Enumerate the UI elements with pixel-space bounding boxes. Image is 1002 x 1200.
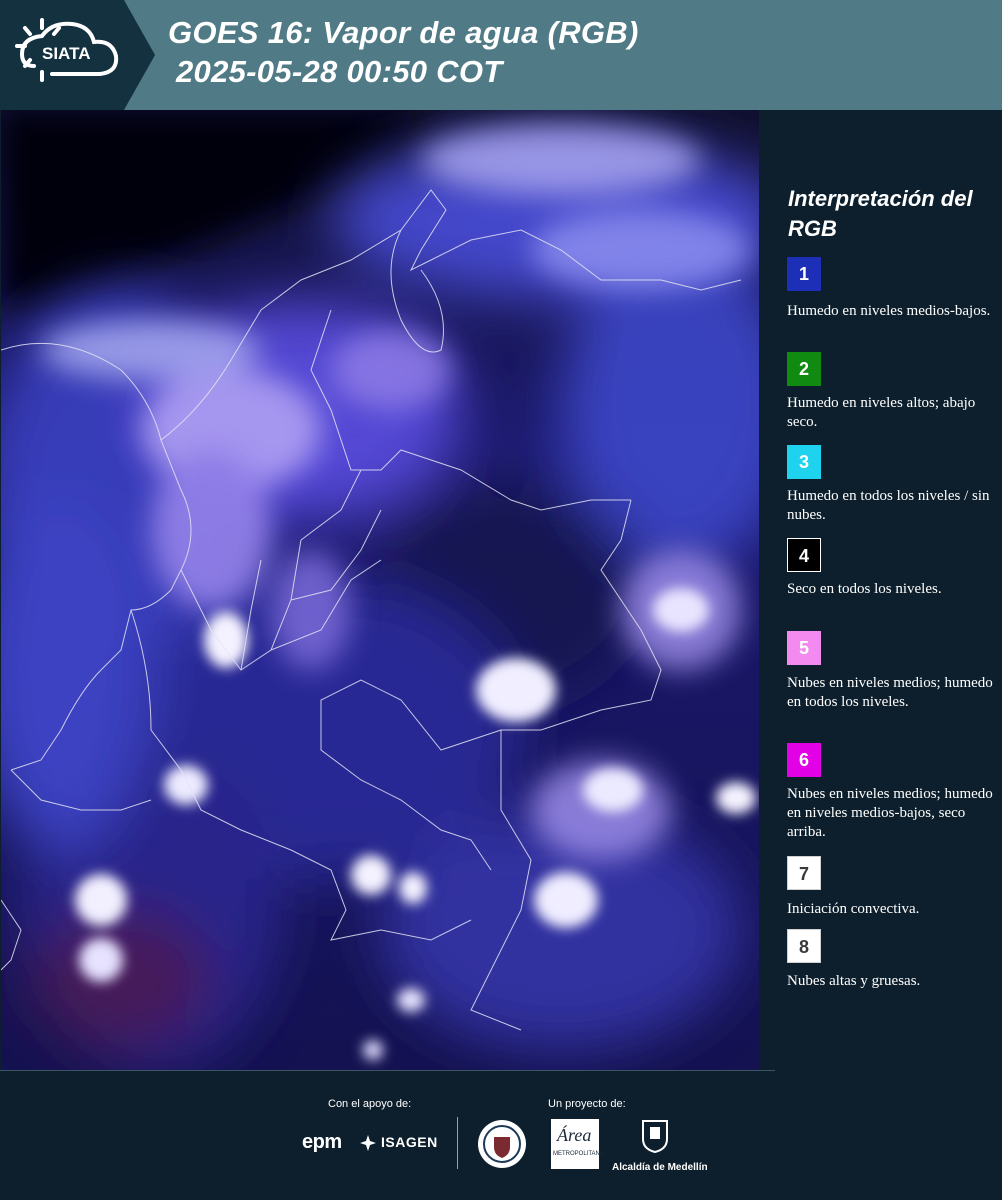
legend-text-7: Iniciación convectiva. <box>787 901 920 917</box>
satellite-image <box>1 110 759 1070</box>
amva-logo-text: Área <box>557 1125 592 1145</box>
satellite-rgb-image <box>1 110 759 1070</box>
amva-logo-subtext: METROPOLITANA <box>553 1151 604 1157</box>
footer: Con el apoyo de: Un proyecto de: epm ISA… <box>0 1070 1002 1200</box>
footer-divider-line <box>0 1070 775 1071</box>
legend-panel: Interpretación del RGB 1 Humedo en nivel… <box>760 110 1002 1070</box>
page-timestamp: 2025-05-28 00:50 COT <box>176 54 503 89</box>
legend-text-3: Humedo en todos los niveles / sin nubes. <box>787 488 990 523</box>
support-label: Con el apoyo de: <box>328 1098 412 1110</box>
header-bar: SIATA GOES 16: Vapor de agua (RGB) 2025-… <box>0 0 1002 110</box>
legend-swatch-5: 5 <box>787 631 821 665</box>
legend-text-5: Nubes en niveles medios; humedo en todos… <box>787 675 993 710</box>
legend-swatch-7: 7 <box>787 856 821 890</box>
legend-swatch-1: 1 <box>787 257 821 291</box>
page-title: GOES 16: Vapor de agua (RGB) <box>168 15 639 50</box>
legend-swatch-8: 8 <box>787 929 821 963</box>
legend-swatch-3: 3 <box>787 445 821 479</box>
legend-title: Interpretación del RGB <box>788 186 973 241</box>
medellin-seal-icon <box>478 1120 526 1168</box>
legend-swatch-2: 2 <box>787 352 821 386</box>
isagen-logo: ISAGEN <box>381 1134 438 1150</box>
legend-text-4: Seco en todos los niveles. <box>787 581 942 597</box>
area-metropolitana-logo: Área METROPOLITANA <box>551 1119 604 1169</box>
legend-text-2: Humedo en niveles altos; abajo seco. <box>787 395 976 430</box>
legend-text-6: Nubes en niveles medios; humedo en nivel… <box>787 786 993 840</box>
legend-text-8: Nubes altas y gruesas. <box>787 973 921 989</box>
siata-logo: SIATA <box>15 18 119 82</box>
legend-text-1: Humedo en niveles medios-bajos. <box>787 303 991 319</box>
isagen-mark-icon <box>360 1135 376 1151</box>
legend-swatch-6: 6 <box>787 743 821 777</box>
siata-logo-text: SIATA <box>42 44 90 63</box>
legend-swatch-4: 4 <box>787 538 821 572</box>
medellin-shield-icon <box>642 1120 668 1153</box>
alcaldia-medellin-logo: Alcaldía de Medellín <box>612 1162 708 1173</box>
project-label: Un proyecto de: <box>548 1098 626 1110</box>
epm-logo: epm <box>302 1131 342 1153</box>
footer-vertical-divider <box>457 1117 458 1169</box>
